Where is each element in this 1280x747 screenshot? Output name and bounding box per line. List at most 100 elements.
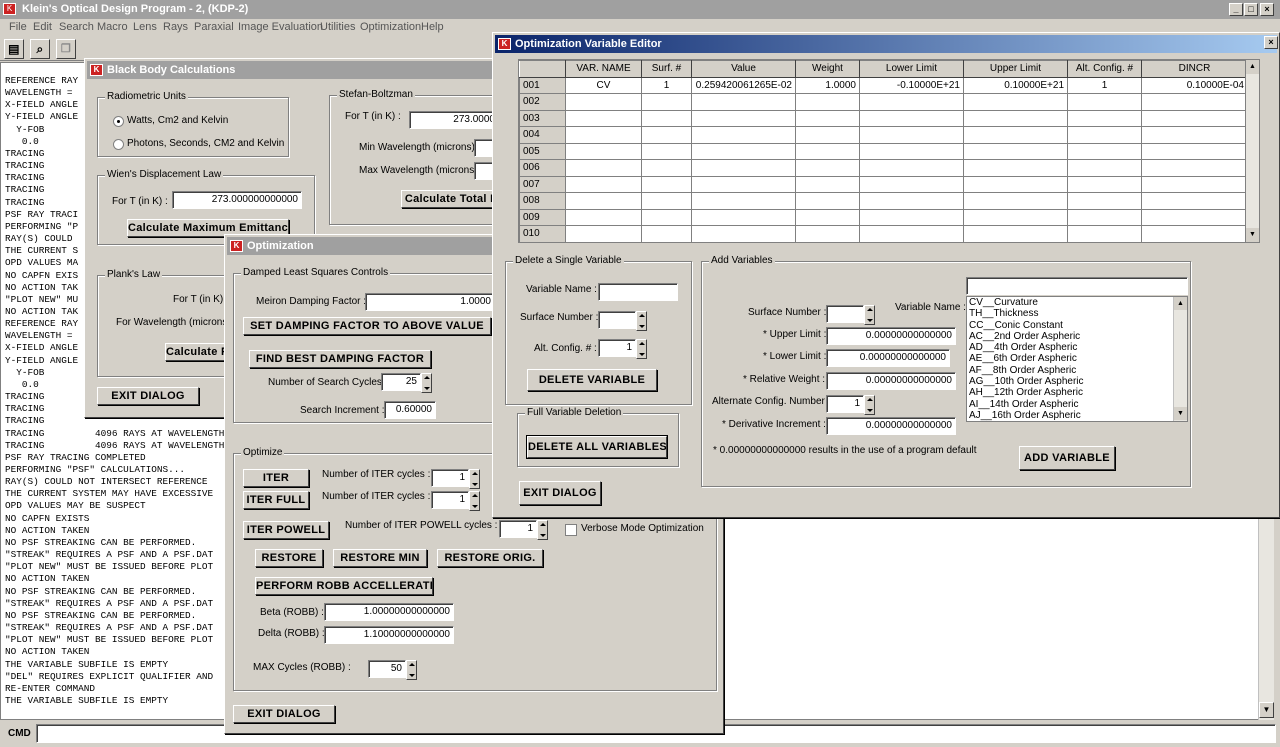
- list-item[interactable]: AJ__16th Order Aspheric: [967, 410, 1173, 421]
- delete-all-button[interactable]: DELETE ALL VARIABLES: [526, 435, 668, 459]
- table-cell[interactable]: [795, 159, 860, 177]
- table-cell[interactable]: [641, 159, 692, 177]
- table-cell[interactable]: [963, 208, 1068, 226]
- grid-scroll-down-icon[interactable]: ▼: [1246, 228, 1259, 242]
- table-cell[interactable]: [565, 225, 642, 242]
- table-row[interactable]: 004: [519, 126, 1248, 144]
- list-item[interactable]: AG__10th Order Aspheric: [967, 376, 1173, 387]
- list-item[interactable]: TH__Thickness: [967, 308, 1173, 319]
- table-cell[interactable]: [1067, 225, 1142, 242]
- menu-edit[interactable]: Edit: [33, 20, 52, 34]
- row-header[interactable]: 005: [519, 142, 566, 160]
- table-row[interactable]: 001 CV 1 0.259420061265E-02 1.0000 -0.10000E+…: [519, 76, 1248, 94]
- table-cell[interactable]: [1067, 109, 1142, 127]
- table-cell[interactable]: [691, 109, 796, 127]
- table-cell[interactable]: [963, 142, 1068, 160]
- add-surf-spinner[interactable]: [864, 305, 875, 325]
- stefan-t-input[interactable]: 273.0000: [409, 111, 499, 129]
- column-header[interactable]: DINCR: [1141, 60, 1248, 78]
- max-cycles-input[interactable]: 50: [368, 660, 406, 678]
- table-row[interactable]: 005: [519, 142, 1248, 160]
- list-item[interactable]: AH__12th Order Aspheric: [967, 387, 1173, 398]
- table-row[interactable]: 002: [519, 93, 1248, 111]
- search-inc-input[interactable]: 0.60000: [384, 401, 436, 419]
- blackbody-titlebar[interactable]: K Black Body Calculations: [87, 61, 501, 79]
- table-cell[interactable]: [565, 192, 642, 210]
- list-item[interactable]: AE__6th Order Aspheric: [967, 353, 1173, 364]
- upper-input[interactable]: 0.00000000000000: [826, 327, 956, 345]
- iter-full-cycles-spinner[interactable]: [469, 491, 480, 511]
- table-cell[interactable]: [795, 126, 860, 144]
- table-cell[interactable]: [963, 109, 1068, 127]
- calc-total-button[interactable]: Calculate Total F: [401, 190, 501, 208]
- search-cycles-input[interactable]: 25: [381, 373, 421, 391]
- table-cell[interactable]: [963, 192, 1068, 210]
- scroll-down-icon[interactable]: ▼: [1259, 702, 1274, 718]
- table-cell[interactable]: [691, 142, 796, 160]
- column-header[interactable]: Weight: [795, 60, 860, 78]
- menu-file[interactable]: File: [9, 20, 27, 34]
- row-header[interactable]: 003: [519, 109, 566, 127]
- menu-help[interactable]: Help: [421, 20, 444, 34]
- minimize-icon[interactable]: _: [1229, 3, 1243, 16]
- table-cell[interactable]: [859, 159, 964, 177]
- table-cell[interactable]: [641, 93, 692, 111]
- table-cell[interactable]: 1.0000: [795, 76, 860, 94]
- menu-lens[interactable]: Lens: [133, 20, 157, 34]
- table-cell[interactable]: [565, 109, 642, 127]
- radio-watts[interactable]: [113, 116, 124, 127]
- search-cycles-spinner[interactable]: [421, 373, 432, 393]
- table-cell[interactable]: [1141, 109, 1248, 127]
- row-header[interactable]: 007: [519, 175, 566, 193]
- iter-full-button[interactable]: ITER FULL: [243, 491, 309, 509]
- zoom-icon[interactable]: ⌕: [30, 39, 50, 59]
- table-row[interactable]: 010: [519, 225, 1248, 242]
- delete-variable-button[interactable]: DELETE VARIABLE: [527, 369, 657, 391]
- table-cell[interactable]: [691, 159, 796, 177]
- table-cell[interactable]: [963, 225, 1068, 242]
- table-cell[interactable]: [795, 93, 860, 111]
- table-cell[interactable]: [565, 126, 642, 144]
- table-cell[interactable]: [1141, 175, 1248, 193]
- iter-cycles-spinner[interactable]: [469, 469, 480, 489]
- table-cell[interactable]: [963, 126, 1068, 144]
- table-cell[interactable]: [859, 93, 964, 111]
- table-cell[interactable]: [963, 159, 1068, 177]
- restore-orig-button[interactable]: RESTORE ORIG.: [437, 549, 543, 567]
- surf-num-input[interactable]: [598, 311, 636, 329]
- table-cell[interactable]: [859, 208, 964, 226]
- table-cell[interactable]: [1141, 208, 1248, 226]
- alt-config-spinner[interactable]: [636, 339, 647, 359]
- column-header[interactable]: Alt. Config. #: [1067, 60, 1142, 78]
- column-header[interactable]: Lower Limit: [859, 60, 964, 78]
- table-cell[interactable]: [1067, 93, 1142, 111]
- table-row[interactable]: 008: [519, 192, 1248, 210]
- powell-cycles-input[interactable]: 1: [499, 520, 537, 538]
- table-row[interactable]: 003: [519, 109, 1248, 127]
- menu-rays[interactable]: Rays: [163, 20, 188, 34]
- table-cell[interactable]: [641, 175, 692, 193]
- menu-macro[interactable]: Macro: [97, 20, 128, 34]
- surf-num-spinner[interactable]: [636, 311, 647, 331]
- list-scrollbar[interactable]: ▲ ▼: [1173, 297, 1187, 421]
- list-scroll-down-icon[interactable]: ▼: [1174, 407, 1187, 420]
- table-cell[interactable]: 0.10000E+21: [963, 76, 1068, 94]
- table-row[interactable]: 006: [519, 159, 1248, 177]
- table-cell[interactable]: [1067, 208, 1142, 226]
- table-cell[interactable]: [691, 126, 796, 144]
- radio-photons[interactable]: [113, 139, 124, 150]
- table-cell[interactable]: [795, 142, 860, 160]
- table-cell[interactable]: [963, 93, 1068, 111]
- row-header[interactable]: 002: [519, 93, 566, 111]
- menu-search[interactable]: Search: [59, 20, 94, 34]
- alt-config-num-spinner[interactable]: [864, 395, 875, 415]
- restore-min-button[interactable]: RESTORE MIN: [333, 549, 427, 567]
- robb-button[interactable]: PERFORM ROBB ACCELLERATION: [255, 577, 433, 595]
- table-cell[interactable]: -0.10000E+21: [859, 76, 964, 94]
- table-cell[interactable]: [1141, 126, 1248, 144]
- table-cell[interactable]: [565, 208, 642, 226]
- table-cell[interactable]: [1141, 159, 1248, 177]
- table-cell[interactable]: [691, 208, 796, 226]
- table-cell[interactable]: [691, 93, 796, 111]
- table-row[interactable]: 009: [519, 208, 1248, 226]
